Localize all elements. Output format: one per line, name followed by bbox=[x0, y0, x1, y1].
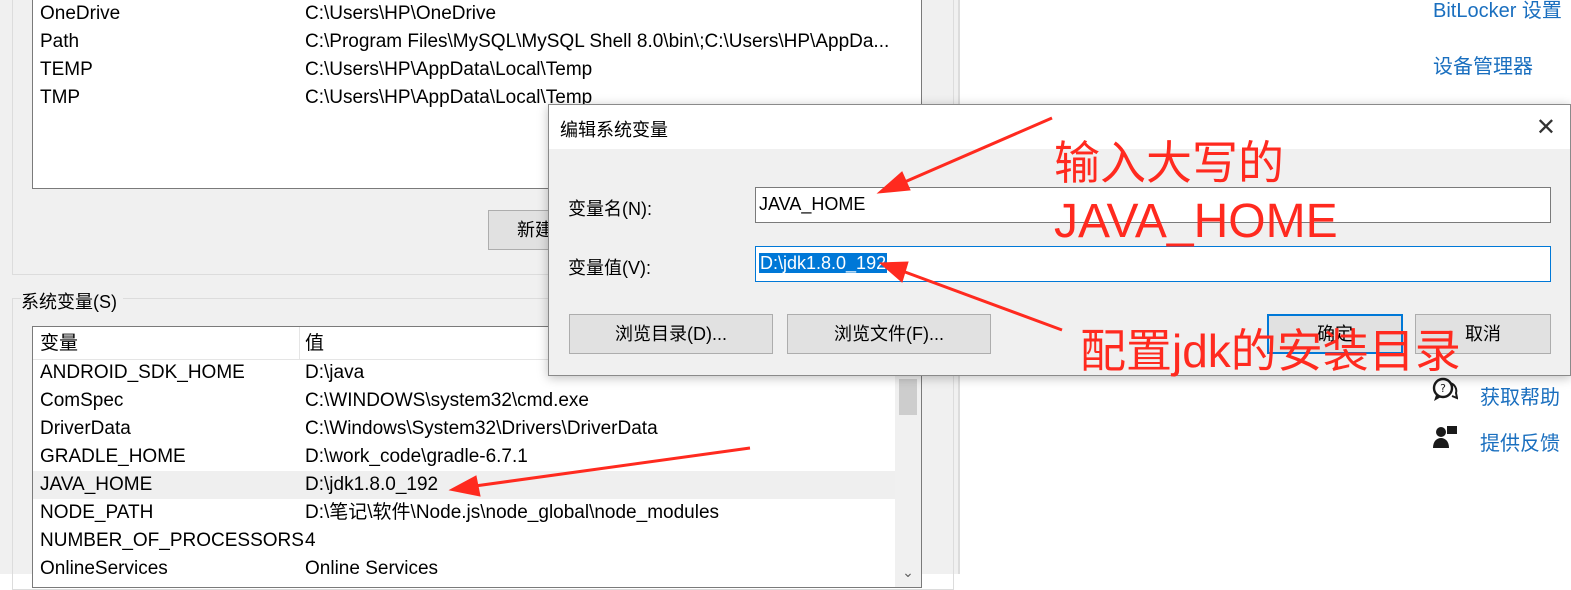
annotation-text: 配置jdk的安装目录 bbox=[1080, 325, 1461, 377]
annotation-arrows bbox=[448, 116, 1063, 497]
annotation-text: JAVA_HOME bbox=[1054, 195, 1338, 248]
annotation-text: 输入大写的 bbox=[1054, 137, 1284, 189]
arrow-to-value-field bbox=[904, 270, 1063, 332]
arrowhead bbox=[878, 261, 909, 283]
arrowhead bbox=[876, 171, 911, 194]
arrow-to-java-home-row bbox=[474, 446, 751, 488]
arrow-to-name-field bbox=[899, 116, 1053, 186]
arrowhead bbox=[448, 475, 481, 497]
